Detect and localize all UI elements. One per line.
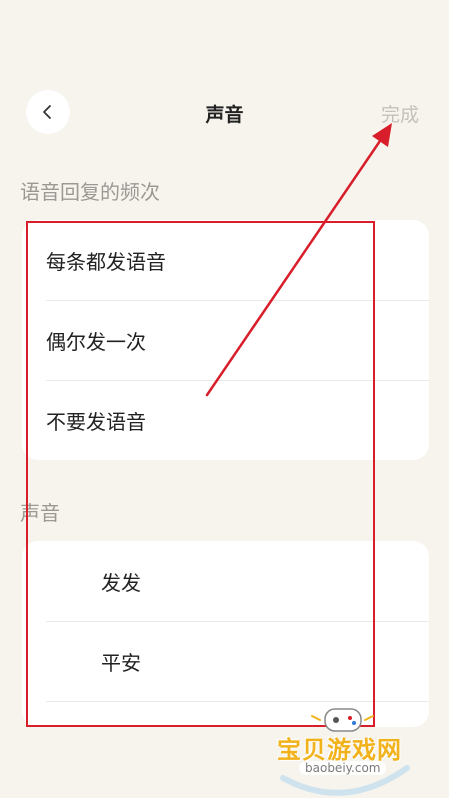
- frequency-option-every[interactable]: 每条都发语音: [22, 220, 429, 300]
- reply-frequency-card: 每条都发语音 偶尔发一次 不要发语音: [22, 220, 429, 460]
- frequency-option-never[interactable]: 不要发语音: [22, 380, 429, 460]
- voice-option-pingan[interactable]: 平安: [22, 621, 429, 701]
- watermark-url: baobeiy.com: [299, 761, 387, 775]
- reply-frequency-label: 语音回复的频次: [20, 180, 160, 204]
- header: 声音 完成: [0, 86, 449, 142]
- watermark-text: 宝贝游戏网: [277, 736, 402, 764]
- frequency-option-occasional[interactable]: 偶尔发一次: [22, 300, 429, 380]
- done-button[interactable]: 完成: [381, 100, 419, 127]
- voice-option-partial[interactable]: [22, 701, 429, 727]
- voice-card: 发发 平安: [22, 541, 429, 727]
- voice-option-fafa[interactable]: 发发: [22, 541, 429, 621]
- voice-section-label: 声音: [20, 501, 60, 525]
